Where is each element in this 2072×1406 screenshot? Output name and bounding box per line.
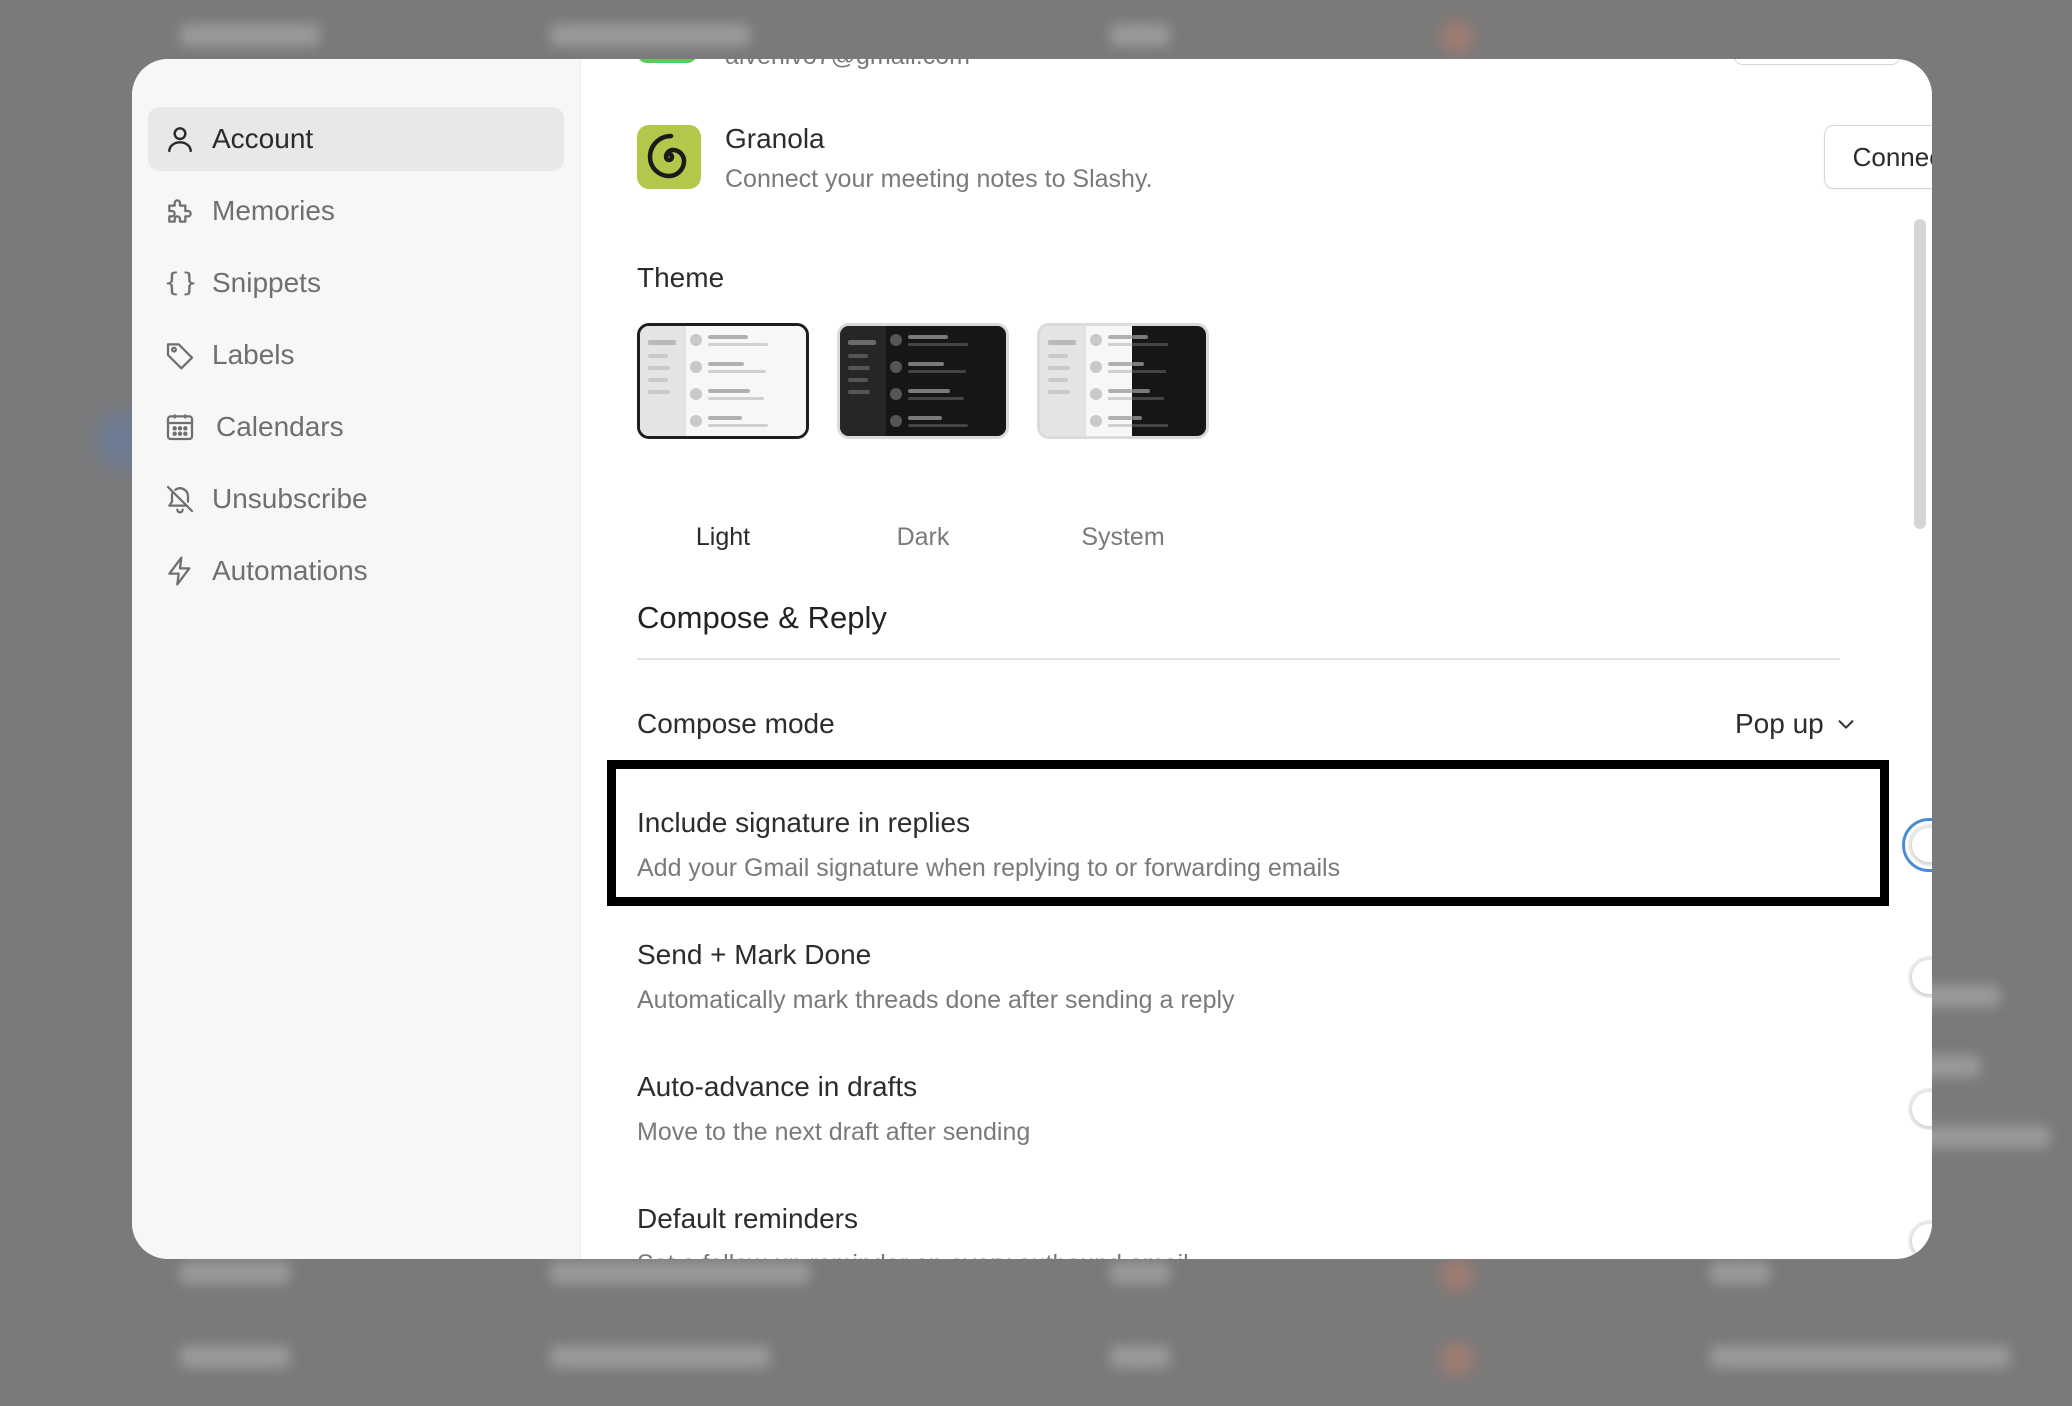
settings-modal: Account Memories {} Snippets Labels Cale… (132, 59, 1932, 1259)
sidebar-item-label: Memories (212, 195, 335, 226)
braces-icon: {} (164, 268, 200, 298)
section-divider (637, 658, 1840, 660)
integration-description: Connect your meeting notes to Slashy. (725, 165, 1153, 193)
compose-mode-value: Pop up (1735, 708, 1824, 739)
sidebar-item-label: Snippets (212, 267, 321, 298)
sidebar-item-unsubscribe[interactable]: Unsubscribe (148, 467, 564, 531)
account-action-button[interactable] (1733, 59, 1901, 65)
setting-description: Set a follow-up reminder on every outbou… (637, 1250, 1189, 1259)
theme-option-system[interactable] (1037, 323, 1209, 439)
spiral-icon (647, 133, 687, 179)
granola-logo (637, 125, 701, 189)
scrollbar[interactable] (1914, 159, 1926, 1239)
user-icon (164, 123, 196, 155)
settings-sidebar: Account Memories {} Snippets Labels Cale… (132, 59, 581, 1259)
sidebar-item-snippets[interactable]: {} Snippets (148, 251, 564, 315)
sidebar-item-automations[interactable]: Automations (148, 539, 564, 603)
account-logo (637, 59, 697, 63)
background-row (170, 1342, 2070, 1376)
theme-label-dark: Dark (896, 523, 950, 551)
system-theme-preview (1040, 326, 1206, 436)
sidebar-item-label: Labels (212, 339, 295, 370)
sidebar-item-label: Calendars (216, 411, 344, 442)
sidebar-item-memories[interactable]: Memories (148, 179, 564, 243)
theme-option-dark[interactable] (837, 323, 1009, 439)
settings-content: alvenivo7@gmail.com Granola Connect your… (581, 59, 1932, 1259)
setting-title: Auto-advance in drafts (637, 1071, 918, 1102)
compose-mode-select[interactable]: Pop up (1711, 699, 1854, 747)
setting-description: Add your Gmail signature when replying t… (637, 854, 1341, 882)
account-email: alvenivo7@gmail.com (725, 59, 970, 71)
calendar-icon (164, 411, 196, 443)
scrollbar-thumb[interactable] (1914, 219, 1926, 529)
sidebar-item-label: Automations (212, 555, 368, 586)
setting-title: Include signature in replies (637, 807, 971, 838)
theme-option-light[interactable] (637, 323, 809, 439)
setting-description: Move to the next draft after sending (637, 1118, 1031, 1146)
theme-heading: Theme (637, 262, 725, 293)
compose-mode-label: Compose mode (637, 708, 835, 739)
setting-description: Automatically mark threads done after se… (637, 986, 1235, 1014)
compose-reply-heading: Compose & Reply (637, 600, 887, 635)
bell-off-icon (164, 483, 196, 515)
theme-label-system: System (1081, 523, 1165, 551)
sidebar-item-label: Account (212, 123, 314, 154)
background-row (170, 20, 2070, 54)
chevron-down-icon (1835, 713, 1857, 735)
background-row (170, 1258, 2070, 1292)
integration-name: Granola (725, 123, 825, 154)
puzzle-icon (164, 195, 196, 227)
theme-label-light: Light (695, 523, 751, 551)
sidebar-item-account[interactable]: Account (148, 107, 564, 171)
setting-title: Send + Mark Done (637, 939, 872, 970)
sidebar-item-label: Unsubscribe (212, 483, 368, 514)
sidebar-item-calendars[interactable]: Calendars (148, 395, 564, 459)
dark-theme-preview (840, 326, 1006, 436)
sidebar-item-labels[interactable]: Labels (148, 323, 564, 387)
lightning-icon (164, 555, 196, 587)
tag-icon (164, 339, 196, 371)
light-theme-preview (640, 326, 806, 436)
setting-title: Default reminders (637, 1203, 858, 1234)
